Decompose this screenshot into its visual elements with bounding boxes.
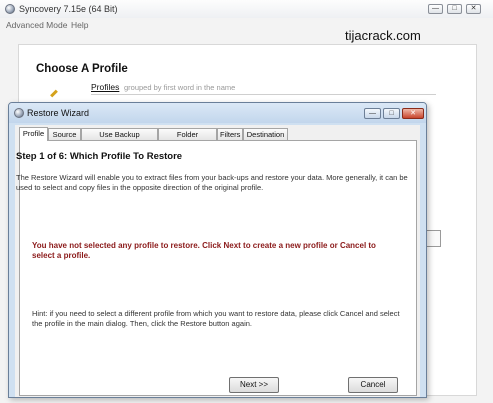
choose-profile-title: Choose A Profile xyxy=(36,63,128,75)
tab-use-backup-database[interactable]: Use Backup Database xyxy=(81,128,158,150)
dialog-minimize-icon[interactable]: — xyxy=(364,108,381,119)
maximize-icon[interactable]: □ xyxy=(447,4,462,14)
main-titlebar: Syncovery 7.15e (64 Bit) — □ ✕ xyxy=(0,0,493,19)
menu-advanced-mode[interactable]: Advanced Mode xyxy=(6,20,67,30)
tab-profile[interactable]: Profile xyxy=(19,127,48,141)
minimize-icon[interactable]: — xyxy=(428,4,443,14)
profiles-divider xyxy=(91,94,436,95)
close-icon[interactable]: ✕ xyxy=(466,4,481,14)
tab-filters[interactable]: Filters xyxy=(217,128,243,140)
dialog-title: Restore Wizard xyxy=(27,108,90,118)
tab-folder-selection[interactable]: Folder Selection xyxy=(158,128,217,150)
intro-text: The Restore Wizard will enable you to ex… xyxy=(16,173,408,192)
dialog-body: Profile Source Use Backup Database Folde… xyxy=(15,125,420,397)
dialog-maximize-icon[interactable]: □ xyxy=(383,108,400,119)
tab-source[interactable]: Source xyxy=(48,128,81,140)
dialog-titlebar: Restore Wizard — □ ✕ xyxy=(9,103,426,123)
app-icon xyxy=(5,4,15,14)
menu-help[interactable]: Help xyxy=(71,20,88,30)
cancel-button[interactable]: Cancel xyxy=(348,377,398,393)
hint-text: Hint: if you need to select a different … xyxy=(32,309,400,328)
profiles-label[interactable]: Profiles xyxy=(91,82,119,92)
warning-text: You have not selected any profile to res… xyxy=(32,241,376,260)
watermark-text: tijacrack.com xyxy=(345,28,421,43)
next-button[interactable]: Next >> xyxy=(229,377,279,393)
profiles-hint: grouped by first word in the name xyxy=(124,83,236,92)
dialog-close-icon[interactable]: ✕ xyxy=(402,108,424,119)
step-title: Step 1 of 6: Which Profile To Restore xyxy=(16,151,183,162)
tab-destination[interactable]: Destination xyxy=(243,128,288,140)
dialog-app-icon xyxy=(14,108,24,118)
main-window-title: Syncovery 7.15e (64 Bit) xyxy=(19,4,118,14)
